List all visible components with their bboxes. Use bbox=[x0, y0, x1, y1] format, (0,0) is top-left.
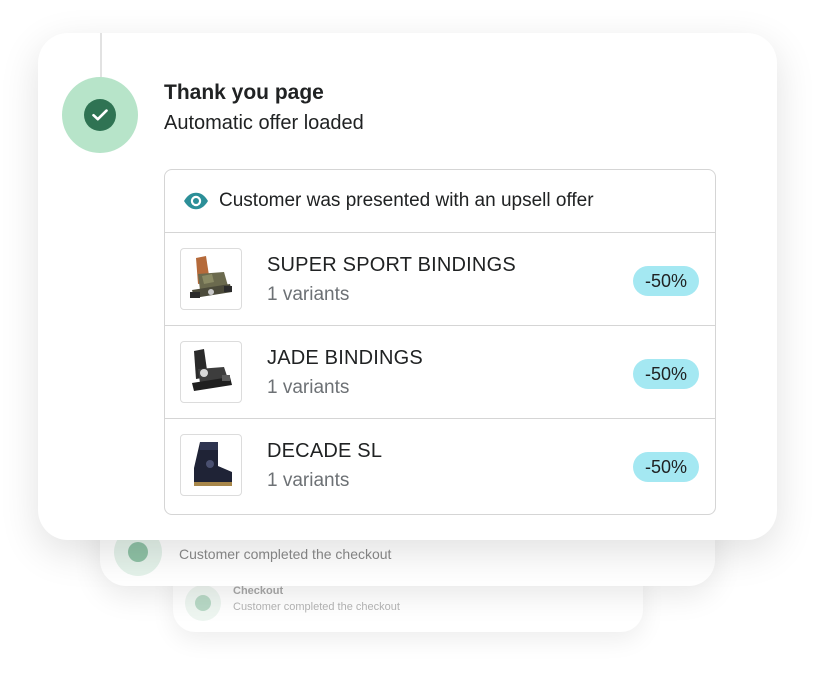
timeline-stage: Checkout Customer completed the checkout… bbox=[0, 0, 815, 675]
upsell-offer-panel: Customer was presented with an upsell of… bbox=[164, 169, 716, 515]
timeline-event-title: Checkout bbox=[233, 585, 284, 597]
timeline-event-title: Thank you page bbox=[164, 81, 324, 104]
product-name: SUPER SPORT BINDINGS bbox=[267, 254, 516, 276]
product-variants: 1 variants bbox=[267, 377, 350, 398]
checkmark-icon bbox=[84, 99, 116, 131]
check-circle-icon bbox=[185, 585, 221, 621]
status-indicator bbox=[62, 77, 138, 153]
product-name: JADE BINDINGS bbox=[267, 347, 423, 369]
offer-header-text: Customer was presented with an upsell of… bbox=[219, 190, 594, 211]
timeline-event-description: Customer completed the checkout bbox=[179, 546, 392, 562]
product-name: DECADE SL bbox=[267, 440, 383, 462]
product-image-boot bbox=[180, 434, 242, 496]
timeline-event-subtitle: Automatic offer loaded bbox=[164, 112, 364, 134]
eye-icon bbox=[183, 192, 209, 210]
product-row: DECADE SL 1 variants -50% bbox=[165, 419, 715, 511]
discount-badge: -50% bbox=[632, 359, 699, 389]
offer-header: Customer was presented with an upsell of… bbox=[165, 170, 715, 233]
product-image-binding bbox=[180, 248, 242, 310]
product-image-binding bbox=[180, 341, 242, 403]
discount-badge: -50% bbox=[632, 266, 699, 296]
product-variants: 1 variants bbox=[267, 284, 350, 305]
timeline-event-description: Customer completed the checkout bbox=[233, 601, 400, 613]
product-variants: 1 variants bbox=[267, 470, 350, 491]
product-row: SUPER SPORT BINDINGS 1 variants -50% bbox=[165, 233, 715, 326]
timeline-connector bbox=[100, 33, 102, 79]
product-row: JADE BINDINGS 1 variants -50% bbox=[165, 326, 715, 419]
timeline-card-thank-you-page: Thank you page Automatic offer loaded Cu… bbox=[38, 33, 777, 540]
discount-badge: -50% bbox=[632, 452, 699, 482]
